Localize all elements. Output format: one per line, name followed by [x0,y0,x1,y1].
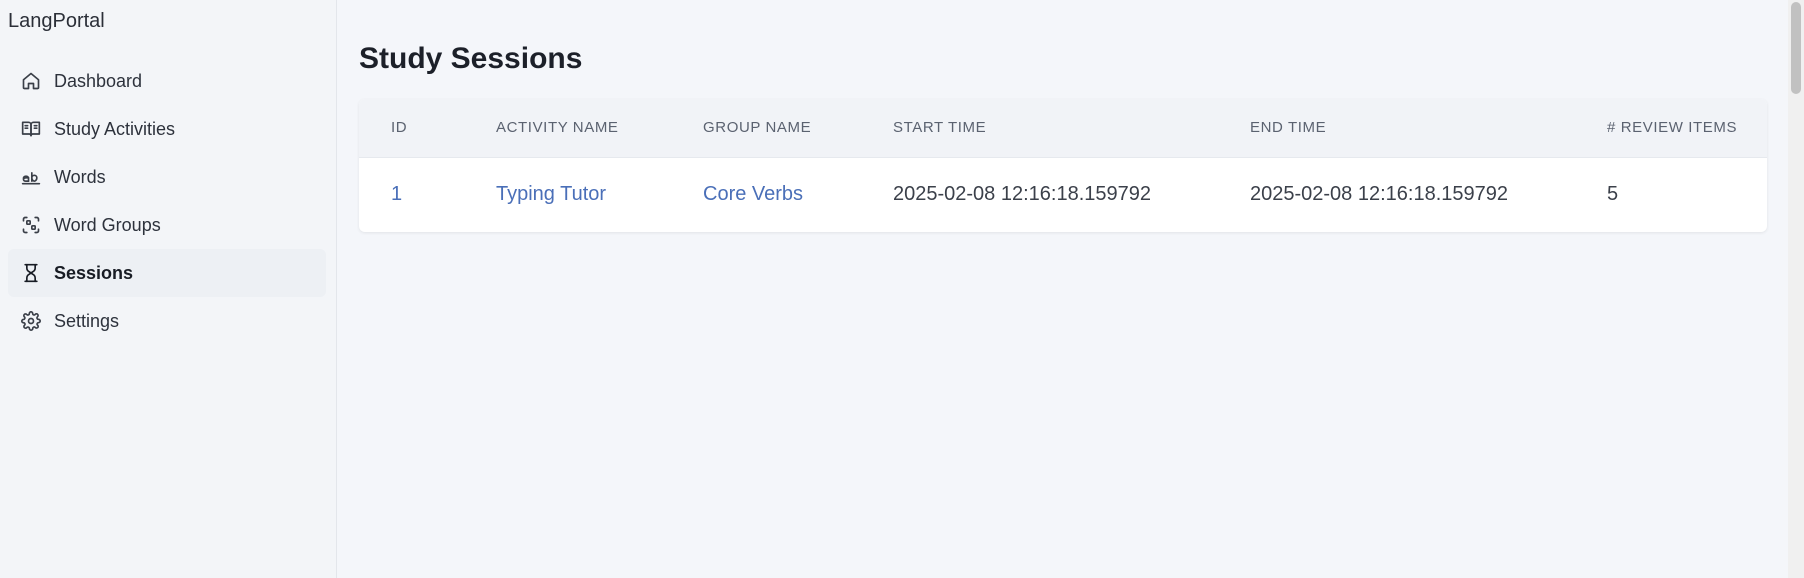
sidebar-item-label: Sessions [54,262,134,283]
sidebar-item-settings[interactable]: Settings [8,297,326,345]
home-icon [20,70,42,92]
main-content: Study Sessions ID ACTIVITY NAME GROUP NA… [337,0,1804,578]
column-header-review-items[interactable]: # REVIEW ITEMS [1607,99,1767,158]
group-name-link[interactable]: Core Verbs [703,183,803,205]
sidebar-item-words[interactable]: Words [8,153,326,201]
sidebar-item-label: Words [54,166,106,187]
app-root: LangPortal Dashboard Study Activities Wo… [0,0,1804,578]
group-scan-icon [20,214,42,236]
book-open-icon [20,118,42,140]
vertical-scrollbar[interactable] [1788,0,1804,578]
end-time-cell: 2025-02-08 12:16:18.159792 [1250,183,1509,205]
column-header-id[interactable]: ID [359,99,496,158]
sidebar-item-label: Word Groups [54,214,161,235]
sidebar-item-sessions[interactable]: Sessions [8,249,326,297]
review-items-cell: 5 [1607,183,1619,205]
hourglass-icon [20,262,42,284]
gear-icon [20,310,42,332]
column-header-group-name[interactable]: GROUP NAME [703,99,893,158]
table-row: 1 Typing Tutor Core Verbs 2025-02-08 12:… [359,157,1767,232]
brand-title[interactable]: LangPortal [8,10,105,33]
sessions-table-container: ID ACTIVITY NAME GROUP NAME START TIME E… [359,99,1767,232]
sidebar: LangPortal Dashboard Study Activities Wo… [0,0,337,578]
sessions-table: ID ACTIVITY NAME GROUP NAME START TIME E… [359,99,1767,232]
activity-name-link[interactable]: Typing Tutor [496,183,606,205]
sidebar-nav: Dashboard Study Activities Words Word Gr… [8,57,326,345]
sidebar-item-label: Study Activities [54,118,176,139]
sidebar-item-label: Settings [54,310,120,331]
column-header-start-time[interactable]: START TIME [893,99,1250,158]
sidebar-item-dashboard[interactable]: Dashboard [8,57,326,105]
table-body: 1 Typing Tutor Core Verbs 2025-02-08 12:… [359,157,1767,232]
column-header-activity-name[interactable]: ACTIVITY NAME [496,99,703,158]
text-ab-icon [20,166,42,188]
start-time-cell: 2025-02-08 12:16:18.159792 [893,183,1152,205]
page-title: Study Sessions [359,42,583,75]
scrollbar-thumb[interactable] [1791,2,1801,94]
sidebar-item-study-activities[interactable]: Study Activities [8,105,326,153]
table-header: ID ACTIVITY NAME GROUP NAME START TIME E… [359,99,1767,158]
sidebar-item-word-groups[interactable]: Word Groups [8,201,326,249]
column-header-end-time[interactable]: END TIME [1250,99,1607,158]
sidebar-item-label: Dashboard [54,70,143,91]
session-id-link[interactable]: 1 [391,183,402,205]
table-header-row: ID ACTIVITY NAME GROUP NAME START TIME E… [359,99,1767,158]
